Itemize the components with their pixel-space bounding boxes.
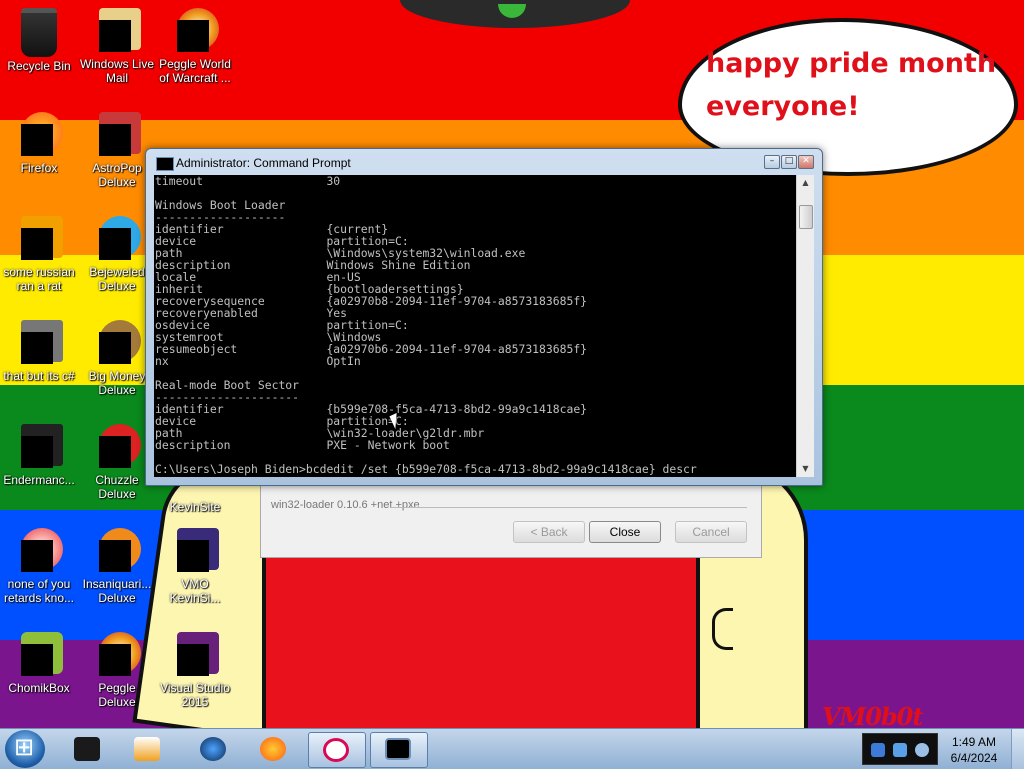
desktop-icon-recycle-bin[interactable]: Recycle Bin [0, 6, 78, 73]
desktop-icon-label: KevinSite [169, 500, 221, 514]
console-text: timeout 30 Windows Boot Loader ---------… [155, 175, 697, 476]
desktop-icon-chomikbox[interactable]: ChomikBox [0, 630, 78, 695]
command-prompt-icon [156, 157, 174, 171]
taskbar: 1:49 AM 6/4/2024 [0, 728, 1024, 769]
close-window-button[interactable]: ✕ [798, 155, 814, 169]
desktop-icon-visual-studio[interactable]: Visual Studio 2015 [156, 630, 234, 709]
media-player-icon [134, 737, 160, 761]
command-prompt-window[interactable]: Administrator: Command Prompt – □ ✕ time… [145, 148, 823, 486]
redaction-box [21, 436, 53, 468]
clock-time: 1:49 AM [951, 735, 997, 749]
desktop-icon-label: Peggle Deluxe [98, 681, 136, 709]
taskbar-button-files[interactable] [60, 732, 116, 766]
desktop-icon-label: some russian ran a rat [3, 265, 75, 293]
redaction-box [99, 436, 131, 468]
file-manager-icon [74, 737, 100, 761]
redaction-box [99, 332, 131, 364]
console-output[interactable]: timeout 30 Windows Boot Loader ---------… [154, 175, 796, 477]
cancel-button[interactable]: Cancel [675, 521, 747, 543]
desktop-icon-label: Firefox [20, 161, 58, 175]
firefox-icon [260, 737, 286, 761]
recycle-bin-icon [21, 8, 57, 57]
speech-bubble-text: happy pride month everyone! [706, 42, 1006, 128]
wallpaper-watermark: VM0b0t [822, 702, 923, 731]
notification-area [862, 733, 938, 765]
desktop-icon-label: ChomikBox [8, 681, 70, 695]
win32-loader-dialog: win32-loader 0.10.6 +net +pxe < Back Clo… [260, 484, 762, 558]
redaction-box [21, 644, 53, 676]
desktop-icon-csharp[interactable]: that but its c# [0, 318, 78, 383]
desktop-icon-vmo-kevinsite[interactable]: VMO KevinSi... [156, 526, 234, 605]
taskbar-button-cmd[interactable] [370, 732, 428, 768]
taskbar-button-media[interactable] [120, 732, 176, 766]
desktop-icon-label: Peggle World of Warcraft ... [159, 57, 231, 85]
desktop-icon-label: Insaniquari... Deluxe [82, 577, 152, 605]
desktop-icon-label: that but its c# [3, 369, 75, 383]
bubble-line-2: everyone! [706, 91, 860, 122]
redaction-box [99, 228, 131, 260]
redaction-box [99, 20, 131, 52]
redaction-box [99, 540, 131, 572]
maximize-button[interactable]: □ [781, 155, 797, 169]
command-prompt-icon [385, 738, 411, 760]
vertical-scrollbar[interactable]: ▲ ▼ [796, 175, 814, 477]
bubble-line-1: happy pride month [706, 48, 997, 79]
desktop-icon-peggle-wow[interactable]: Peggle World of Warcraft ... [156, 6, 234, 85]
redaction-box [177, 644, 209, 676]
desktop-icon-none-of-you[interactable]: none of you retards kno... [0, 526, 78, 605]
scroll-up-arrow-icon[interactable]: ▲ [797, 175, 814, 191]
desktop-icon-endermanch[interactable]: Endermanc... [0, 422, 78, 487]
taskbar-button-debian[interactable] [308, 732, 366, 768]
character-ear-mark [712, 608, 733, 650]
character-eye [498, 4, 526, 18]
debian-icon [323, 738, 349, 762]
redaction-box [21, 540, 53, 572]
back-button[interactable]: < Back [513, 521, 585, 543]
window-title: Administrator: Command Prompt [176, 156, 351, 170]
desktop-icon-label: Endermanc... [3, 473, 75, 487]
desktop-icon-insaniquarium[interactable]: Insaniquari... Deluxe [78, 526, 156, 605]
shield-icon[interactable] [871, 743, 885, 757]
clock[interactable]: 1:49 AM 6/4/2024 [944, 734, 1004, 766]
desktop-icon-label: VMO KevinSi... [169, 577, 221, 605]
installer-caption: win32-loader 0.10.6 +net +pxe [271, 499, 420, 511]
desktop-icon-label: none of you retards kno... [3, 577, 75, 605]
globe-icon [200, 737, 226, 761]
start-button[interactable] [5, 730, 45, 768]
redaction-box [21, 228, 53, 260]
desktop-icon-label: Recycle Bin [7, 59, 71, 73]
desktop-icon-label: Windows Live Mail [79, 57, 155, 85]
scrollbar-thumb[interactable] [799, 205, 813, 229]
redaction-box [99, 124, 131, 156]
divider [391, 507, 747, 508]
desktop-icon-peggle-deluxe[interactable]: Peggle Deluxe [78, 630, 156, 709]
desktop-icon-rat[interactable]: some russian ran a rat [0, 214, 78, 293]
redaction-box [177, 540, 209, 572]
redaction-box [177, 20, 209, 52]
redaction-box [21, 332, 53, 364]
scroll-down-arrow-icon[interactable]: ▼ [797, 461, 814, 477]
show-desktop-button[interactable] [1011, 729, 1024, 769]
taskbar-button-globe[interactable] [186, 732, 242, 766]
desktop-icon-windows-live-mail[interactable]: Windows Live Mail [78, 6, 156, 85]
volume-icon[interactable] [915, 743, 929, 757]
redaction-box [99, 644, 131, 676]
desktop-icon-kevinsite[interactable]: KevinSite [156, 500, 234, 514]
network-icon[interactable] [893, 743, 907, 757]
clock-date: 6/4/2024 [950, 751, 998, 765]
close-button[interactable]: Close [589, 521, 661, 543]
minimize-button[interactable]: – [764, 155, 780, 169]
window-controls: – □ ✕ [764, 155, 814, 169]
taskbar-button-firefox[interactable] [246, 732, 302, 766]
redaction-box [21, 124, 53, 156]
desktop-icon-firefox[interactable]: Firefox [0, 110, 78, 175]
desktop-icon-label: Visual Studio 2015 [160, 681, 230, 709]
